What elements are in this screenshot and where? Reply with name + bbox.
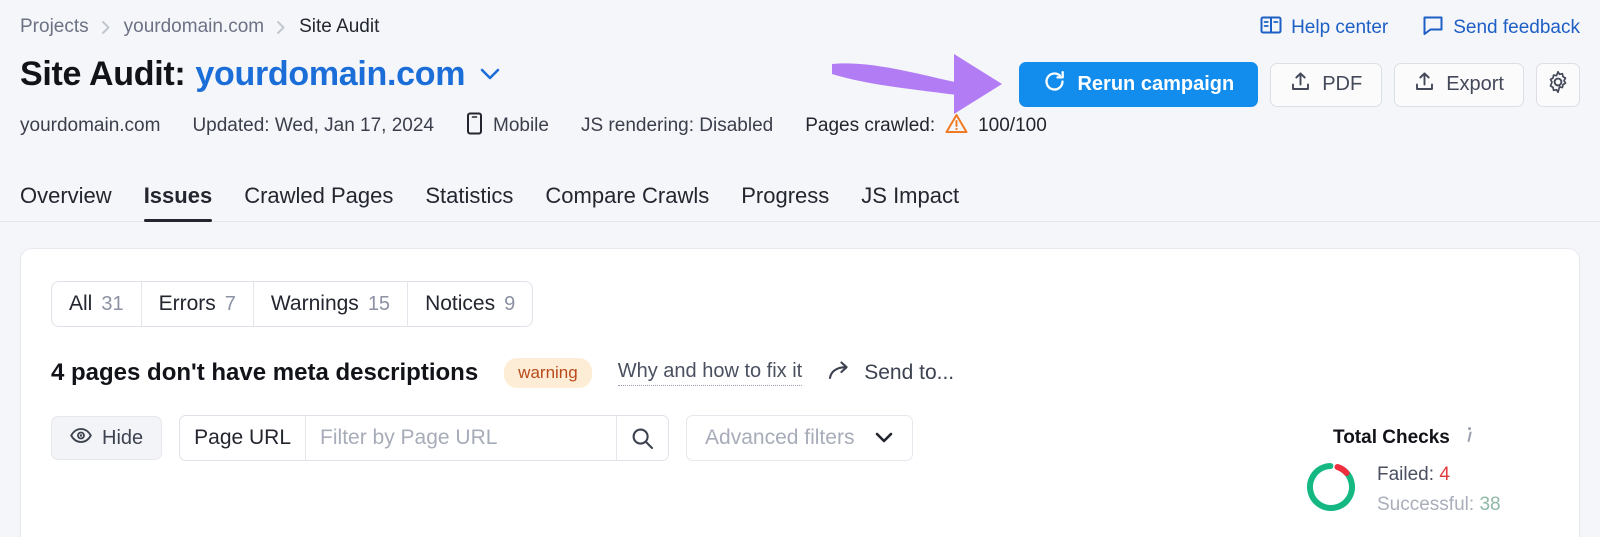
tab-statistics[interactable]: Statistics: [425, 183, 513, 221]
chevron-down-icon[interactable]: [478, 66, 502, 82]
tab-progress[interactable]: Progress: [741, 183, 829, 221]
send-feedback-link[interactable]: Send feedback: [1422, 14, 1580, 42]
chat-bubble-icon: [1422, 14, 1444, 42]
upload-icon-2: [1414, 71, 1435, 98]
tab-issues[interactable]: Issues: [143, 183, 212, 222]
upload-icon: [1290, 71, 1311, 98]
export-button[interactable]: Export: [1394, 62, 1524, 107]
total-checks-legend: Failed: 4 Successful: 38: [1377, 460, 1501, 519]
export-label: Export: [1446, 73, 1504, 95]
total-checks-body: Failed: 4 Successful: 38: [1303, 459, 1553, 520]
share-arrow-icon: [828, 360, 853, 387]
total-checks-header: Total Checks: [1333, 425, 1553, 450]
status-badge: warning: [504, 358, 592, 388]
page-url-prefix: Page URL: [180, 416, 307, 460]
page-url-filter: Page URL: [179, 415, 670, 461]
filter-all-count: 31: [101, 293, 124, 315]
mobile-icon: [466, 112, 483, 141]
advanced-filters-dropdown[interactable]: Advanced filters: [686, 415, 914, 461]
hide-label: Hide: [102, 426, 144, 449]
filter-all-label: All: [69, 292, 93, 315]
filter-warnings-count: 15: [367, 293, 391, 315]
failed-line: Failed: 4: [1377, 460, 1501, 489]
total-checks-title: Total Checks: [1333, 426, 1450, 448]
search-icon[interactable]: [616, 416, 669, 460]
issues-card: All 31 Errors 7 Warnings 15 Notices 9 4 …: [20, 248, 1580, 537]
issue-header-row: 4 pages don't have meta descriptions war…: [51, 358, 1579, 388]
meta-pages-crawled: Pages crawled: 100/100: [805, 113, 1047, 140]
total-checks-donut-chart: [1303, 459, 1359, 520]
rerun-campaign-label: Rerun campaign: [1077, 73, 1235, 95]
why-and-how-to-fix-link[interactable]: Why and how to fix it: [617, 360, 803, 386]
help-center-link[interactable]: Help center: [1260, 14, 1388, 42]
filter-notices-label: Notices: [425, 292, 496, 315]
send-feedback-label: Send feedback: [1453, 17, 1580, 38]
chevron-down-icon-2: [874, 426, 894, 450]
pages-crawled-value: 100/100: [978, 115, 1047, 136]
filter-errors-count: 7: [224, 293, 236, 315]
issue-type-filter: All 31 Errors 7 Warnings 15 Notices 9: [51, 281, 534, 327]
filter-warnings-label: Warnings: [270, 292, 359, 315]
header-utility-links: Help center Send feedback: [1260, 14, 1580, 42]
meta-device: Mobile: [466, 112, 549, 141]
page-title-domain[interactable]: yourdomain.com: [195, 55, 465, 93]
breadcrumb-separator-icon-2: [276, 20, 287, 35]
meta-js-rendering: JS rendering: Disabled: [580, 115, 774, 136]
meta-domain: yourdomain.com: [20, 115, 161, 136]
book-icon: [1260, 14, 1282, 42]
campaign-meta-row: yourdomain.com Updated: Wed, Jan 17, 202…: [20, 106, 1580, 146]
breadcrumb-item-projects[interactable]: Projects: [20, 16, 89, 38]
page-title-prefix: Site Audit:: [20, 54, 186, 93]
page-url-input[interactable]: [306, 416, 617, 460]
rerun-campaign-button[interactable]: Rerun campaign: [1019, 62, 1259, 107]
section-tabs: Overview Issues Crawled Pages Statistics…: [0, 166, 1600, 222]
filter-warnings[interactable]: Warnings 15: [254, 282, 409, 326]
tab-crawled-pages[interactable]: Crawled Pages: [244, 183, 393, 221]
page-title: Site Audit: yourdomain.com: [20, 55, 465, 94]
help-center-label: Help center: [1291, 17, 1389, 38]
successful-value: 38: [1479, 493, 1501, 515]
successful-label: Successful:: [1377, 493, 1475, 515]
tab-js-impact[interactable]: JS Impact: [861, 183, 959, 221]
header-actions: Rerun campaign PDF Export: [1019, 62, 1580, 107]
settings-button[interactable]: [1536, 62, 1580, 107]
refresh-icon: [1043, 70, 1066, 99]
filter-all[interactable]: All 31: [52, 282, 142, 326]
filter-errors[interactable]: Errors 7: [142, 282, 254, 326]
site-audit-page: Projects yourdomain.com Site Audit Help …: [0, 0, 1600, 537]
pages-crawled-label: Pages crawled:: [805, 115, 936, 136]
eye-icon: [70, 427, 92, 450]
warning-triangle-icon: [945, 113, 968, 140]
meta-updated: Updated: Wed, Jan 17, 2024: [192, 115, 434, 136]
gear-icon: [1546, 70, 1570, 100]
failed-label: Failed:: [1377, 464, 1435, 486]
successful-line: Successful: 38: [1377, 490, 1501, 519]
tab-compare-crawls[interactable]: Compare Crawls: [545, 183, 709, 221]
breadcrumb-separator-icon: [101, 20, 112, 35]
pdf-label: PDF: [1322, 73, 1363, 95]
filter-notices[interactable]: Notices 9: [408, 282, 532, 326]
failed-value: 4: [1439, 464, 1450, 486]
info-icon[interactable]: [1461, 425, 1478, 450]
advanced-filters-label: Advanced filters: [705, 426, 855, 449]
tab-overview[interactable]: Overview: [20, 183, 112, 221]
send-to-label: Send to...: [864, 361, 955, 384]
total-checks-widget: Total Checks Failed: 4 Successful: 38: [1303, 425, 1553, 520]
meta-device-label: Mobile: [493, 115, 549, 136]
page-header: Projects yourdomain.com Site Audit Help …: [0, 0, 1600, 146]
filter-notices-count: 9: [504, 293, 516, 315]
issue-title: 4 pages don't have meta descriptions: [51, 359, 479, 386]
send-to-button[interactable]: Send to...: [828, 360, 954, 387]
filter-errors-label: Errors: [158, 292, 216, 315]
pdf-button[interactable]: PDF: [1270, 62, 1383, 107]
breadcrumb-item-site-audit: Site Audit: [299, 16, 380, 37]
hide-button[interactable]: Hide: [51, 416, 163, 460]
breadcrumb-item-domain[interactable]: yourdomain.com: [124, 16, 264, 38]
